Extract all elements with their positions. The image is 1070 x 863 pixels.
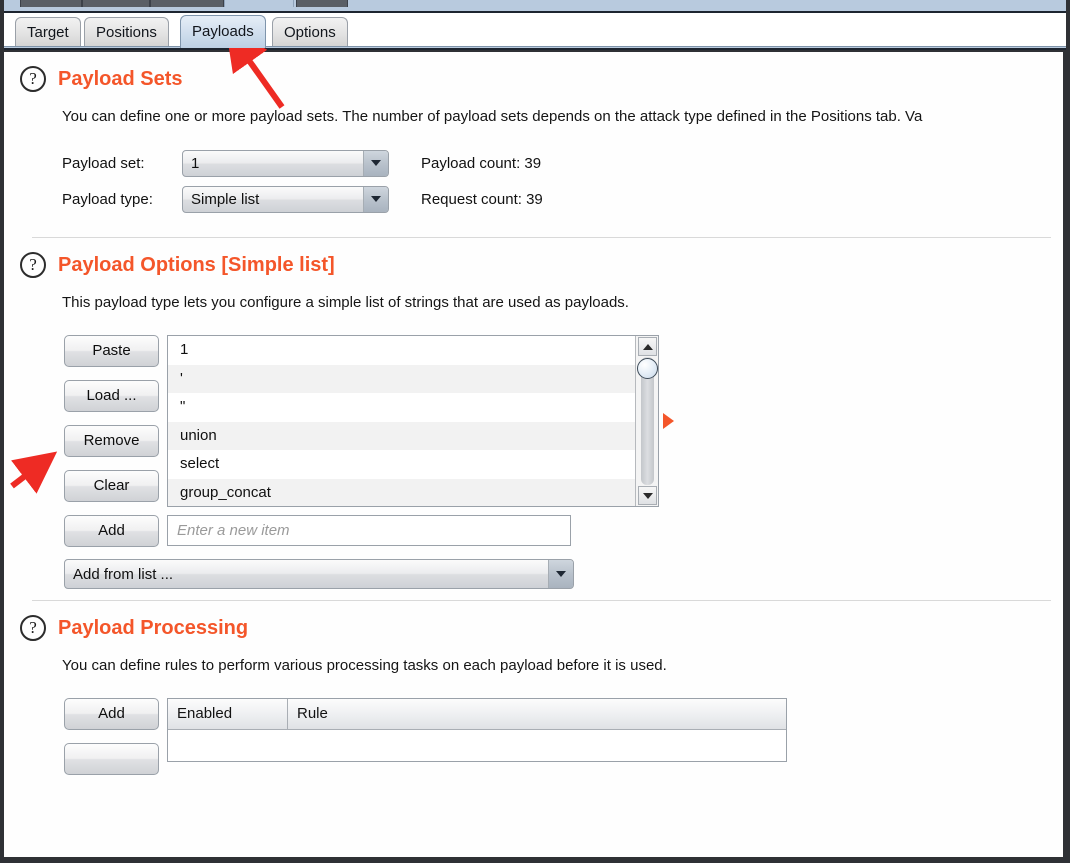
add-from-list-value: Add from list ... — [73, 565, 174, 583]
payload-set-row: Payload set: 1 Payload count: 39 — [62, 145, 1063, 181]
payload-list-scrollport: 1 ' " union select group_concat — [168, 336, 635, 506]
edit-rule-button[interactable] — [64, 743, 159, 775]
payload-set-value: 1 — [191, 154, 200, 172]
payload-options-header: ? Payload Options [Simple list] — [4, 238, 1063, 278]
payload-options-section: ? Payload Options [Simple list] This pay… — [4, 238, 1063, 601]
payload-sets-header: ? Payload Sets — [4, 52, 1063, 92]
tab-options[interactable]: Options — [272, 17, 348, 48]
payload-options-description: This payload type lets you configure a s… — [62, 294, 629, 311]
list-item[interactable]: 1 — [168, 336, 635, 365]
scrollbar-thumb[interactable] — [637, 358, 658, 379]
payload-set-label: Payload set: — [62, 154, 145, 172]
request-count-label: Request count: 39 — [421, 190, 543, 208]
payload-set-dropdown[interactable]: 1 — [182, 149, 389, 177]
list-item[interactable]: union — [168, 421, 635, 450]
tab-bar-underline — [4, 46, 1066, 50]
column-header-enabled: Enabled — [168, 699, 288, 729]
scroll-up-icon[interactable] — [638, 337, 657, 356]
chevron-down-icon[interactable] — [363, 150, 388, 176]
question-mark-icon[interactable]: ? — [20, 252, 46, 278]
expander-triangle-icon[interactable] — [663, 413, 674, 429]
payload-processing-title: Payload Processing — [58, 616, 249, 639]
add-item-button[interactable]: Add — [64, 515, 159, 547]
add-rule-button[interactable]: Add — [64, 698, 159, 730]
question-mark-icon[interactable]: ? — [20, 615, 46, 641]
payload-list[interactable]: 1 ' " union select group_concat — [167, 335, 659, 507]
load-button[interactable]: Load ... — [64, 380, 159, 412]
payload-sets-section: ? Payload Sets You can define one or mor… — [4, 52, 1063, 238]
payload-sets-description: You can define one or more payload sets.… — [62, 108, 923, 125]
upper-tab-stub[interactable] — [150, 0, 224, 7]
payload-type-label: Payload type: — [62, 190, 153, 208]
column-header-rule: Rule — [297, 705, 328, 722]
burp-intruder-window: Target Positions Payloads Options ? Payl… — [0, 0, 1070, 863]
tab-target[interactable]: Target — [15, 17, 81, 48]
list-item[interactable]: select — [168, 450, 635, 479]
add-from-list-dropdown[interactable]: Add from list ... — [64, 559, 574, 589]
window-right-border — [1066, 0, 1070, 863]
payload-options-title: Payload Options [Simple list] — [58, 253, 335, 276]
remove-button[interactable]: Remove — [64, 425, 159, 457]
list-item[interactable]: " — [168, 393, 635, 422]
tab-positions[interactable]: Positions — [84, 17, 169, 48]
payloads-content-pane: ? Payload Sets You can define one or mor… — [4, 52, 1063, 857]
payload-sets-form: Payload set: 1 Payload count: 39 Payload… — [62, 145, 1063, 217]
add-item-input[interactable]: Enter a new item — [167, 515, 571, 546]
upper-tab-stub[interactable] — [20, 0, 82, 7]
question-mark-icon[interactable]: ? — [20, 66, 46, 92]
upper-tab-strip — [4, 0, 1066, 13]
table-header-row: Enabled Rule — [168, 699, 786, 730]
payload-count-label: Payload count: 39 — [421, 154, 542, 172]
payload-processing-section: ? Payload Processing You can define rule… — [4, 601, 1063, 775]
tab-payloads[interactable]: Payloads — [180, 15, 266, 48]
payload-list-scrollbar[interactable] — [635, 336, 658, 506]
upper-tab-stub[interactable] — [296, 0, 348, 7]
payload-type-row: Payload type: Simple list Request count:… — [62, 181, 1063, 217]
payload-type-value: Simple list — [191, 190, 260, 208]
payload-processing-body: Add Enabled Rule — [4, 698, 1063, 775]
payload-sets-title: Payload Sets — [58, 67, 183, 90]
payload-processing-table[interactable]: Enabled Rule — [167, 698, 787, 762]
payload-type-dropdown[interactable]: Simple list — [182, 185, 389, 213]
upper-tab-stub[interactable] — [82, 0, 150, 7]
upper-tab-stub-selected[interactable] — [224, 0, 294, 7]
clear-button[interactable]: Clear — [64, 470, 159, 502]
window-bottom-border — [0, 857, 1070, 863]
list-item[interactable]: group_concat — [168, 478, 635, 506]
chevron-down-icon[interactable] — [548, 560, 573, 588]
paste-button[interactable]: Paste — [64, 335, 159, 367]
intruder-tab-bar: Target Positions Payloads Options — [4, 13, 1066, 48]
scroll-down-icon[interactable] — [638, 486, 657, 505]
payload-options-body: Paste Load ... Remove Clear Add 1 ' " un… — [4, 335, 1063, 600]
list-item[interactable]: ' — [168, 364, 635, 393]
payload-processing-description: You can define rules to perform various … — [62, 657, 667, 674]
payload-processing-header: ? Payload Processing — [4, 601, 1063, 641]
table-body-empty — [168, 730, 786, 761]
chevron-down-icon[interactable] — [363, 186, 388, 212]
